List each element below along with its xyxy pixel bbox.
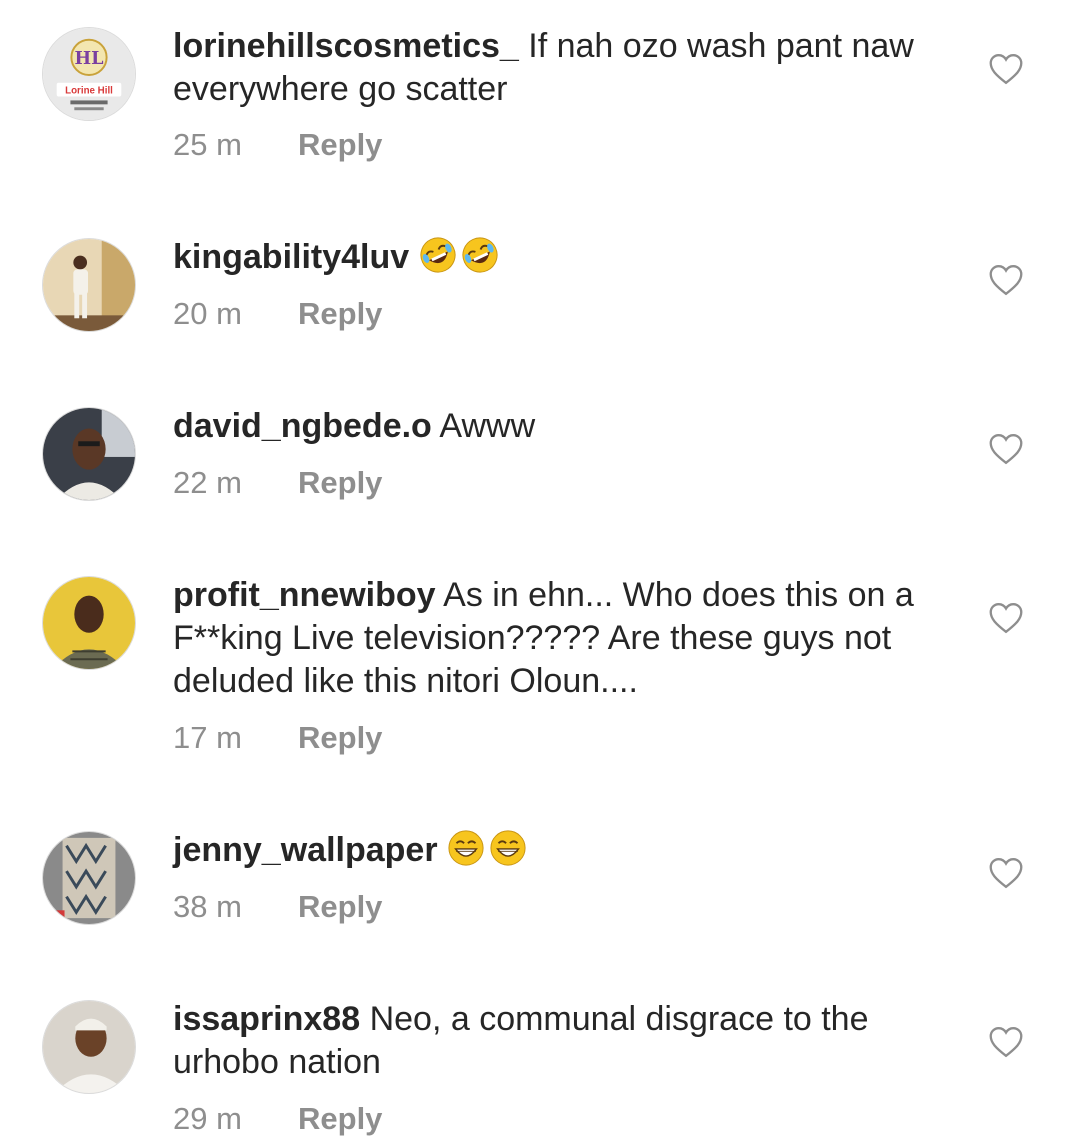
avatar[interactable] <box>42 831 136 925</box>
heart-icon[interactable] <box>988 53 1024 85</box>
brand-logo-icon: HL Lorine Hill <box>43 28 135 120</box>
profile-photo-icon <box>43 408 135 500</box>
comment-meta: 17 m Reply <box>173 720 382 756</box>
reply-button[interactable]: Reply <box>298 465 382 500</box>
comment-text: jenny_wallpaper <box>173 829 963 872</box>
timestamp: 17 m <box>173 720 242 755</box>
username-link[interactable]: kingability4luv <box>173 238 409 276</box>
comment-text: david_ngbede.o Awww <box>173 405 963 448</box>
comment-text: kingability4luv <box>173 236 963 279</box>
timestamp: 29 m <box>173 1101 242 1136</box>
username-link[interactable]: issaprinx88 <box>173 1000 360 1038</box>
avatar[interactable] <box>42 1000 136 1094</box>
heart-icon[interactable] <box>988 433 1024 465</box>
comment-meta: 20 m Reply <box>173 296 382 332</box>
comment-body: Awww <box>439 407 536 445</box>
rolling-on-floor-laughing-emoji <box>462 237 498 273</box>
reply-button[interactable]: Reply <box>298 1101 382 1136</box>
reply-button[interactable]: Reply <box>298 720 382 755</box>
avatar[interactable] <box>42 238 136 332</box>
avatar[interactable] <box>42 576 136 670</box>
heart-icon[interactable] <box>988 1026 1024 1058</box>
heart-icon[interactable] <box>988 857 1024 889</box>
reply-button[interactable]: Reply <box>298 296 382 331</box>
username-link[interactable]: david_ngbede.o <box>173 407 432 445</box>
comment-text: profit_nnewiboy As in ehn... Who does th… <box>173 574 963 703</box>
svg-text:HL: HL <box>74 48 103 69</box>
comment-meta: 25 m Reply <box>173 127 382 163</box>
comment-text: lorinehillscosmetics_ If nah ozo wash pa… <box>173 25 963 111</box>
grinning-face-emoji <box>490 830 526 866</box>
comment-meta: 38 m Reply <box>173 889 382 925</box>
username-link[interactable]: profit_nnewiboy <box>173 576 436 614</box>
profile-photo-icon <box>43 577 135 669</box>
profile-photo-icon <box>43 239 135 331</box>
username-link[interactable]: lorinehillscosmetics_ <box>173 27 519 65</box>
heart-icon[interactable] <box>988 602 1024 634</box>
timestamp: 20 m <box>173 296 242 331</box>
avatar[interactable]: HL Lorine Hill <box>42 27 136 121</box>
timestamp: 38 m <box>173 889 242 924</box>
reply-button[interactable]: Reply <box>298 889 382 924</box>
comment-meta: 22 m Reply <box>173 465 382 501</box>
svg-text:Lorine Hill: Lorine Hill <box>65 86 113 97</box>
avatar[interactable] <box>42 407 136 501</box>
profile-photo-icon <box>43 832 135 924</box>
rolling-on-floor-laughing-emoji <box>420 237 456 273</box>
heart-icon[interactable] <box>988 264 1024 296</box>
comment-meta: 29 m Reply <box>173 1101 382 1137</box>
reply-button[interactable]: Reply <box>298 127 382 162</box>
timestamp: 22 m <box>173 465 242 500</box>
grinning-face-emoji <box>448 830 484 866</box>
comment-text: issaprinx88 Neo, a communal disgrace to … <box>173 998 963 1084</box>
profile-photo-icon <box>43 1001 135 1093</box>
timestamp: 25 m <box>173 127 242 162</box>
username-link[interactable]: jenny_wallpaper <box>173 831 438 869</box>
